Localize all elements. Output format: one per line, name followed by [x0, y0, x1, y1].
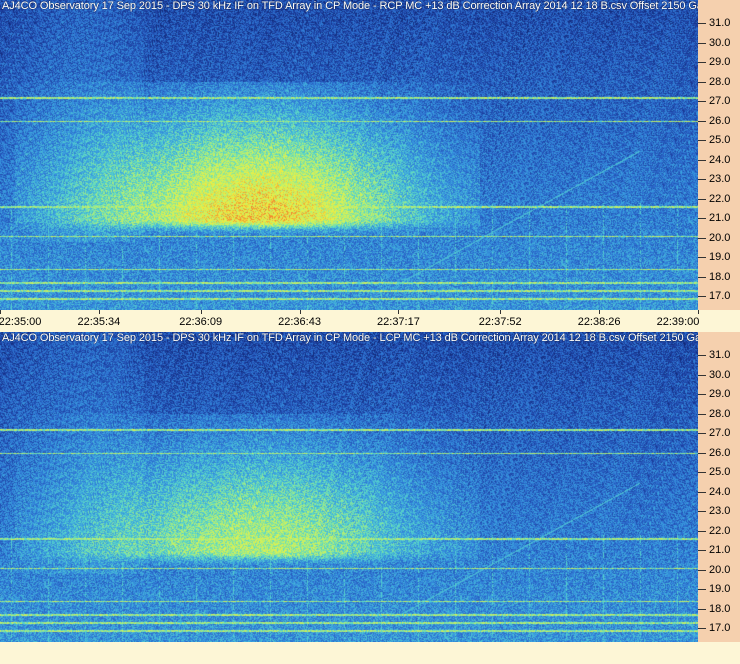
frequency-tick-label: 29.0 [709, 388, 731, 401]
frequency-tick [698, 23, 706, 25]
lcp-spectrogram-canvas [0, 332, 698, 642]
frequency-tick-label: 19.0 [709, 583, 731, 596]
lcp-panel: AJ4CO Observatory 17 Sep 2015 - DPS 30 k… [0, 332, 740, 642]
frequency-tick [698, 394, 706, 396]
time-tick [599, 310, 601, 314]
frequency-tick [698, 472, 706, 474]
frequency-tick [698, 237, 706, 239]
time-tick [0, 310, 1, 314]
frequency-tick-label: 18.0 [709, 270, 731, 283]
frequency-tick [698, 179, 706, 181]
frequency-tick-label: 20.0 [709, 231, 731, 244]
frequency-tick [698, 159, 706, 161]
time-tick [500, 310, 502, 314]
frequency-tick [698, 257, 706, 259]
frequency-tick [698, 491, 706, 493]
frequency-tick-label: 19.0 [709, 251, 731, 264]
frequency-tick [698, 374, 706, 376]
frequency-tick [698, 413, 706, 415]
frequency-tick-label: 31.0 [709, 349, 731, 362]
time-tick-label: 22:35:00 [0, 316, 42, 328]
frequency-tick-label: 21.0 [709, 212, 731, 225]
frequency-tick-label: 22.0 [709, 192, 731, 205]
rcp-frequency-axis: 31.0 30.0 29.0 28.0 27.0 26.0 25.0 24.0 23.0 22.0… [698, 0, 740, 310]
frequency-tick-label: 23.0 [709, 173, 731, 186]
lcp-frequency-axis: 31.0 30.0 29.0 28.0 27.0 26.0 25.0 24.0 23.0 22.0… [698, 332, 740, 642]
time-tick-label: 22:36:09 [179, 316, 223, 328]
lcp-chart-title: AJ4CO Observatory 17 Sep 2015 - DPS 30 k… [2, 332, 698, 344]
time-tick-label: 22:39:00 [656, 316, 700, 328]
time-tick [698, 310, 699, 314]
frequency-tick-label: 30.0 [709, 368, 731, 381]
frequency-tick [698, 628, 706, 630]
time-tick-label: 22:36:43 [278, 316, 321, 328]
time-tick [299, 310, 301, 314]
bottom-time-axis-strip [0, 642, 740, 664]
frequency-tick-label: 29.0 [709, 56, 731, 69]
frequency-tick-label: 30.0 [709, 36, 731, 49]
frequency-tick-label: 24.0 [709, 485, 731, 498]
frequency-tick-label: 31.0 [709, 17, 731, 30]
frequency-tick-label: 24.0 [709, 153, 731, 166]
rcp-spectrogram: AJ4CO Observatory 17 Sep 2015 - DPS 30 k… [0, 0, 698, 310]
frequency-tick-label: 18.0 [709, 602, 731, 615]
frequency-tick-label: 17.0 [709, 290, 731, 303]
rcp-panel: AJ4CO Observatory 17 Sep 2015 - DPS 30 k… [0, 0, 740, 310]
frequency-tick [698, 608, 706, 610]
frequency-tick-label: 17.0 [709, 622, 731, 635]
frequency-tick-label: 25.0 [709, 134, 731, 147]
frequency-tick-label: 28.0 [709, 407, 731, 420]
time-tick-label: 22:37:52 [478, 316, 522, 328]
frequency-tick-label: 23.0 [709, 505, 731, 518]
frequency-tick-label: 26.0 [709, 114, 731, 127]
lcp-spectrogram: AJ4CO Observatory 17 Sep 2015 - DPS 30 k… [0, 332, 698, 642]
frequency-tick [698, 550, 706, 552]
rcp-spectrogram-canvas [0, 0, 698, 310]
frequency-tick [698, 276, 706, 278]
frequency-tick [698, 42, 706, 44]
frequency-tick [698, 511, 706, 513]
frequency-tick [698, 218, 706, 220]
frequency-tick-label: 27.0 [709, 95, 731, 108]
frequency-tick-label: 25.0 [709, 466, 731, 479]
time-axis: 22:35:00 22:35:34 22:36:09 22:36:43 22:37:17… [0, 310, 740, 332]
frequency-tick [698, 296, 706, 298]
frequency-tick [698, 355, 706, 357]
rcp-chart-title: AJ4CO Observatory 17 Sep 2015 - DPS 30 k… [2, 0, 698, 12]
time-tick-label: 22:38:26 [577, 316, 621, 328]
frequency-tick [698, 120, 706, 122]
frequency-tick [698, 140, 706, 142]
frequency-tick [698, 530, 706, 532]
time-tick-label: 22:37:17 [377, 316, 420, 328]
frequency-tick [698, 589, 706, 591]
frequency-tick-label: 28.0 [709, 75, 731, 88]
frequency-tick-label: 22.0 [709, 524, 731, 537]
frequency-tick-label: 27.0 [709, 427, 731, 440]
time-tick [98, 310, 100, 314]
frequency-tick [698, 81, 706, 83]
time-tick [200, 310, 202, 314]
frequency-tick-label: 20.0 [709, 563, 731, 576]
frequency-tick [698, 198, 706, 200]
frequency-tick-label: 26.0 [709, 446, 731, 459]
frequency-tick [698, 569, 706, 571]
frequency-tick [698, 62, 706, 64]
frequency-tick [698, 452, 706, 454]
time-tick [398, 310, 400, 314]
frequency-tick [698, 101, 706, 103]
time-tick-label: 22:35:34 [77, 316, 121, 328]
frequency-tick-label: 21.0 [709, 544, 731, 557]
frequency-tick [698, 433, 706, 435]
